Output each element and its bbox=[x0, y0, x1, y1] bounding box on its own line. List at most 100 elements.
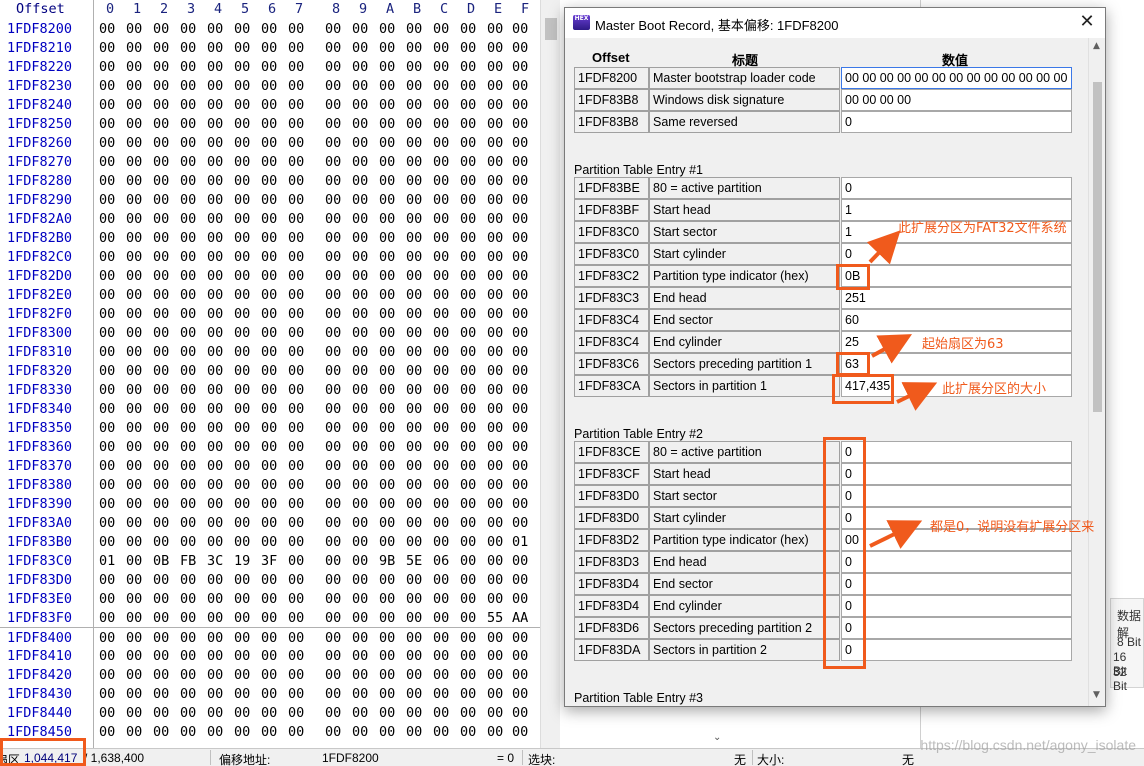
hex-byte[interactable]: 00 bbox=[460, 306, 476, 322]
hex-byte[interactable]: 00 bbox=[234, 515, 250, 531]
hex-byte[interactable]: 00 bbox=[234, 325, 250, 341]
hex-byte[interactable]: 00 bbox=[433, 192, 449, 208]
hex-byte[interactable]: 01 bbox=[99, 553, 115, 569]
hex-byte[interactable]: 00 bbox=[512, 268, 528, 284]
hex-byte[interactable]: 00 bbox=[261, 97, 277, 113]
hex-byte[interactable]: 00 bbox=[460, 230, 476, 246]
hex-byte[interactable]: 00 bbox=[487, 515, 503, 531]
hex-byte[interactable]: 00 bbox=[460, 40, 476, 56]
hex-byte[interactable]: 00 bbox=[487, 553, 503, 569]
hex-byte[interactable]: 00 bbox=[153, 648, 169, 664]
hex-byte[interactable]: 00 bbox=[325, 192, 341, 208]
hex-byte[interactable]: 00 bbox=[487, 173, 503, 189]
hex-byte[interactable]: 00 bbox=[261, 306, 277, 322]
hex-byte[interactable]: 00 bbox=[261, 154, 277, 170]
hex-byte[interactable]: 00 bbox=[153, 78, 169, 94]
hex-byte[interactable]: 00 bbox=[153, 705, 169, 721]
hex-byte[interactable]: 00 bbox=[460, 686, 476, 702]
hex-byte[interactable]: 00 bbox=[126, 59, 142, 75]
hex-byte[interactable]: 00 bbox=[180, 572, 196, 588]
hex-byte[interactable]: 00 bbox=[433, 59, 449, 75]
hex-byte[interactable]: 00 bbox=[99, 534, 115, 550]
hex-byte[interactable]: 00 bbox=[153, 154, 169, 170]
hex-byte[interactable]: 00 bbox=[379, 78, 395, 94]
hex-byte[interactable]: 00 bbox=[153, 572, 169, 588]
hex-byte[interactable]: 00 bbox=[234, 268, 250, 284]
hex-byte[interactable]: 00 bbox=[433, 724, 449, 740]
hex-byte[interactable]: 00 bbox=[288, 363, 304, 379]
hex-byte[interactable]: 00 bbox=[352, 724, 368, 740]
hex-byte[interactable]: 00 bbox=[325, 439, 341, 455]
hex-byte[interactable]: 00 bbox=[207, 705, 223, 721]
hex-byte[interactable]: 00 bbox=[433, 173, 449, 189]
hex-byte[interactable]: 00 bbox=[512, 724, 528, 740]
hex-byte[interactable]: 00 bbox=[379, 420, 395, 436]
hex-byte[interactable]: 00 bbox=[352, 477, 368, 493]
hex-byte[interactable]: 00 bbox=[352, 325, 368, 341]
hex-byte[interactable]: 00 bbox=[180, 116, 196, 132]
hex-byte[interactable]: 00 bbox=[207, 154, 223, 170]
hex-byte[interactable]: 00 bbox=[487, 534, 503, 550]
hex-byte[interactable]: 00 bbox=[261, 211, 277, 227]
hex-byte[interactable]: 00 bbox=[352, 630, 368, 646]
hex-byte[interactable]: 00 bbox=[180, 534, 196, 550]
hex-byte[interactable]: 00 bbox=[352, 439, 368, 455]
hex-byte[interactable]: 00 bbox=[325, 553, 341, 569]
hex-byte[interactable]: 00 bbox=[406, 420, 422, 436]
hex-byte[interactable]: 00 bbox=[126, 116, 142, 132]
hex-byte[interactable]: 00 bbox=[180, 154, 196, 170]
hex-row[interactable]: 1FDF82E0 00 00 00 00 00 00 00 00 00 00 00 00 00 00 00 00 bbox=[0, 285, 540, 304]
hex-byte[interactable]: 00 bbox=[153, 610, 169, 626]
hex-byte[interactable]: 00 bbox=[487, 344, 503, 360]
hex-byte[interactable]: 00 bbox=[487, 21, 503, 37]
field-value[interactable]: 0 bbox=[841, 617, 1072, 639]
hex-byte[interactable]: 00 bbox=[261, 363, 277, 379]
hex-byte[interactable]: 00 bbox=[406, 59, 422, 75]
hex-byte[interactable]: 00 bbox=[180, 667, 196, 683]
hex-byte[interactable]: 00 bbox=[99, 401, 115, 417]
hex-byte[interactable]: 00 bbox=[126, 667, 142, 683]
hex-byte[interactable]: 00 bbox=[126, 344, 142, 360]
field-value[interactable]: 60 bbox=[841, 309, 1072, 331]
hex-byte[interactable]: 00 bbox=[288, 306, 304, 322]
hex-byte[interactable]: 00 bbox=[288, 439, 304, 455]
hex-byte[interactable]: 00 bbox=[126, 268, 142, 284]
hex-byte[interactable]: 00 bbox=[512, 401, 528, 417]
hex-byte[interactable]: 00 bbox=[352, 306, 368, 322]
hex-byte[interactable]: 00 bbox=[234, 287, 250, 303]
hex-byte[interactable]: 00 bbox=[261, 572, 277, 588]
hex-byte[interactable]: 00 bbox=[180, 515, 196, 531]
hex-byte[interactable]: 00 bbox=[406, 515, 422, 531]
hex-byte[interactable]: 00 bbox=[99, 496, 115, 512]
hex-byte[interactable]: 00 bbox=[379, 344, 395, 360]
hex-byte[interactable]: 00 bbox=[460, 477, 476, 493]
hex-byte[interactable]: 00 bbox=[261, 591, 277, 607]
hex-byte[interactable]: 00 bbox=[325, 78, 341, 94]
hex-byte[interactable]: 00 bbox=[234, 192, 250, 208]
hex-row[interactable]: 1FDF8310 00 00 00 00 00 00 00 00 00 00 00 00 00 00 00 00 bbox=[0, 342, 540, 361]
hex-byte[interactable]: 00 bbox=[487, 705, 503, 721]
hex-byte[interactable]: 00 bbox=[234, 382, 250, 398]
hex-byte[interactable]: 00 bbox=[487, 192, 503, 208]
scroll-up-icon[interactable]: ▲ bbox=[1093, 41, 1100, 51]
hex-byte[interactable]: 00 bbox=[180, 477, 196, 493]
hex-byte[interactable]: 00 bbox=[207, 97, 223, 113]
hex-byte[interactable]: 00 bbox=[99, 325, 115, 341]
hex-byte[interactable]: 00 bbox=[406, 610, 422, 626]
hex-byte[interactable]: 00 bbox=[261, 268, 277, 284]
hex-row[interactable]: 1FDF8410 00 00 00 00 00 00 00 00 00 00 00 00 00 00 00 00 bbox=[0, 646, 540, 665]
hex-byte[interactable]: 00 bbox=[460, 496, 476, 512]
hex-byte[interactable]: 00 bbox=[153, 630, 169, 646]
hex-byte[interactable]: 00 bbox=[207, 630, 223, 646]
hex-byte[interactable]: 00 bbox=[487, 724, 503, 740]
hex-byte[interactable]: 00 bbox=[512, 496, 528, 512]
hex-byte[interactable]: 00 bbox=[512, 344, 528, 360]
hex-byte[interactable]: 00 bbox=[325, 211, 341, 227]
hex-byte[interactable]: 00 bbox=[433, 515, 449, 531]
scroll-down-arrow-icon[interactable]: ▼ bbox=[1093, 690, 1100, 700]
hex-byte[interactable]: 00 bbox=[180, 135, 196, 151]
hex-byte[interactable]: 00 bbox=[406, 135, 422, 151]
hex-byte[interactable]: 00 bbox=[126, 325, 142, 341]
hex-byte[interactable]: 00 bbox=[153, 211, 169, 227]
hex-byte[interactable]: 00 bbox=[234, 116, 250, 132]
